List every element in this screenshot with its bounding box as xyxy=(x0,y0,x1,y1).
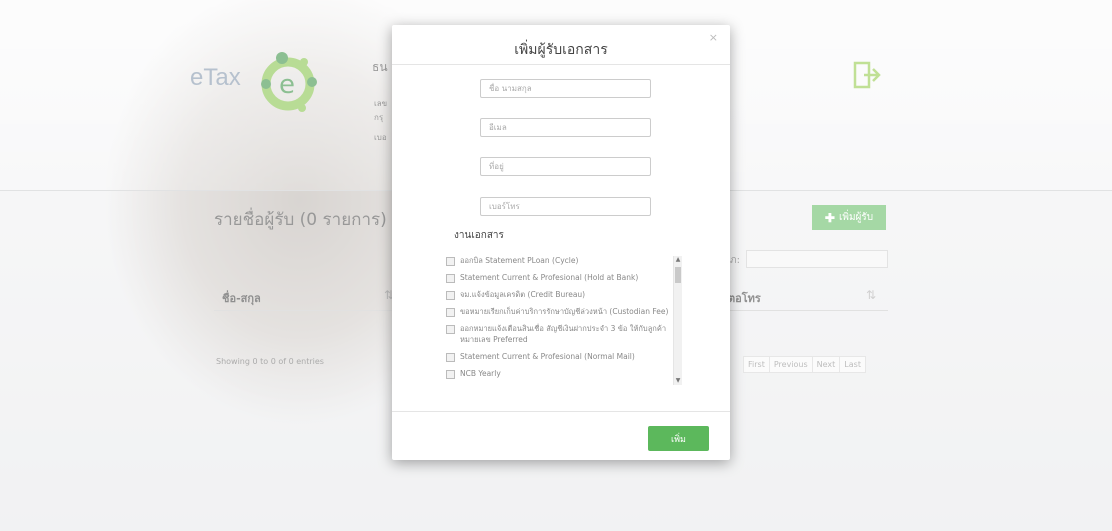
checkbox[interactable] xyxy=(446,325,455,334)
list-item[interactable]: จม.แจ้งข้อมูลเครดิต (Credit Bureau) xyxy=(444,289,682,300)
name-field[interactable] xyxy=(480,79,651,98)
document-label: จม.แจ้งข้อมูลเครดิต (Credit Bureau) xyxy=(460,290,586,299)
modal-footer-divider xyxy=(392,411,730,412)
list-item[interactable]: Statement Current & Profesional (Normal … xyxy=(444,351,682,362)
submit-add-button[interactable]: เพิ่ม xyxy=(648,426,709,451)
email-field[interactable] xyxy=(480,118,651,137)
document-label: NCB Yearly xyxy=(460,369,501,378)
add-recipient-modal: เพิ่มผู้รับเอกสาร × งานเอกสาร ออกบิล Sta… xyxy=(392,25,730,460)
checkbox[interactable] xyxy=(446,274,455,283)
checkbox[interactable] xyxy=(446,257,455,266)
close-icon[interactable]: × xyxy=(709,31,718,44)
list-item[interactable]: ออกบิล Statement PLoan (Cycle) xyxy=(444,255,682,266)
list-scrollbar[interactable]: ▲ ▼ xyxy=(673,256,682,385)
document-label: ขอหมายเรียกเก็บค่าบริการรักษาบัญชีล่วงหน… xyxy=(460,307,669,316)
modal-header-divider xyxy=(392,64,730,65)
scroll-down-icon[interactable]: ▼ xyxy=(674,377,682,385)
list-item[interactable]: ออกหมายแจ้งเตือนสินเชื่อ สัญชีเงินฝากประ… xyxy=(444,323,682,345)
list-item[interactable]: NCB Yearly xyxy=(444,368,682,379)
list-item[interactable]: ขอหมายเรียกเก็บค่าบริการรักษาบัญชีล่วงหน… xyxy=(444,306,682,317)
document-section-label: งานเอกสาร xyxy=(454,230,504,241)
document-label: Statement Current & Profesional (Hold at… xyxy=(460,273,639,282)
address-field[interactable] xyxy=(480,157,651,176)
list-item[interactable]: Statement Current & Profesional (Hold at… xyxy=(444,272,682,283)
scroll-thumb[interactable] xyxy=(675,267,681,283)
checkbox[interactable] xyxy=(446,308,455,317)
checkbox[interactable] xyxy=(446,353,455,362)
checkbox[interactable] xyxy=(446,291,455,300)
scroll-up-icon[interactable]: ▲ xyxy=(674,256,682,264)
document-label: ออกบิล Statement PLoan (Cycle) xyxy=(460,256,579,265)
phone-field[interactable] xyxy=(480,197,651,216)
document-checkbox-list: ออกบิล Statement PLoan (Cycle) Statement… xyxy=(444,255,682,387)
checkbox[interactable] xyxy=(446,370,455,379)
document-label: Statement Current & Profesional (Normal … xyxy=(460,352,635,361)
document-label: ออกหมายแจ้งเตือนสินเชื่อ สัญชีเงินฝากประ… xyxy=(460,324,667,344)
modal-title: เพิ่มผู้รับเอกสาร xyxy=(514,42,608,58)
